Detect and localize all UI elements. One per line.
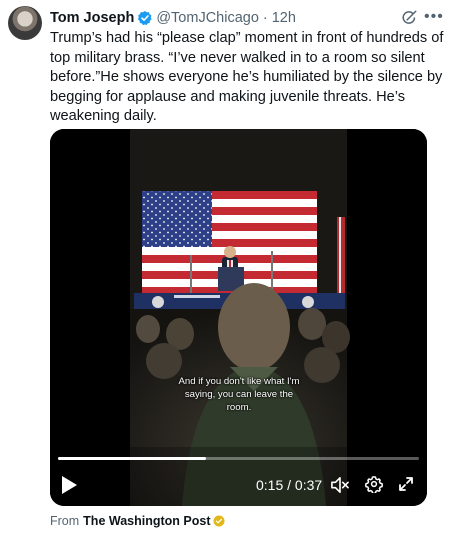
gear-icon[interactable] xyxy=(365,475,383,493)
video-player[interactable]: And if you don't like what I'm saying, y… xyxy=(50,129,427,506)
author-name[interactable]: Tom Joseph xyxy=(50,10,134,26)
video-progress-bar[interactable] xyxy=(58,457,419,460)
more-icon[interactable]: ••• xyxy=(424,9,444,27)
grok-icon[interactable] xyxy=(400,9,418,27)
caption-line-2: saying, you can leave the room. xyxy=(184,389,294,413)
tweet-text: Trump’s had his “please clap” moment in … xyxy=(50,30,444,124)
source-prefix: From xyxy=(50,514,80,528)
video-caption: And if you don't like what I'm saying, y… xyxy=(176,375,302,414)
gold-verified-icon xyxy=(213,515,225,527)
volume-muted-icon[interactable] xyxy=(330,476,350,494)
caption-line-1: And if you don't like what I'm xyxy=(178,376,300,387)
author-handle[interactable]: @TomJChicago xyxy=(156,10,259,26)
source-name[interactable]: The Washington Post xyxy=(83,514,210,528)
tweet-header: Tom Joseph @TomJChicago · 12h xyxy=(50,8,296,28)
video-frame xyxy=(50,129,427,506)
post-time[interactable]: 12h xyxy=(272,10,296,26)
verified-badge-icon xyxy=(138,11,152,26)
avatar[interactable] xyxy=(8,6,42,40)
video-timecode: 0:15 / 0:37 xyxy=(256,477,323,493)
video-progress-fill xyxy=(58,457,206,460)
play-icon[interactable] xyxy=(60,475,78,495)
tweet: Tom Joseph @TomJChicago · 12h ••• Trump’… xyxy=(0,0,456,534)
header-separator: · xyxy=(262,10,268,26)
fullscreen-icon[interactable] xyxy=(398,476,414,492)
media-source: From The Washington Post xyxy=(50,514,225,528)
